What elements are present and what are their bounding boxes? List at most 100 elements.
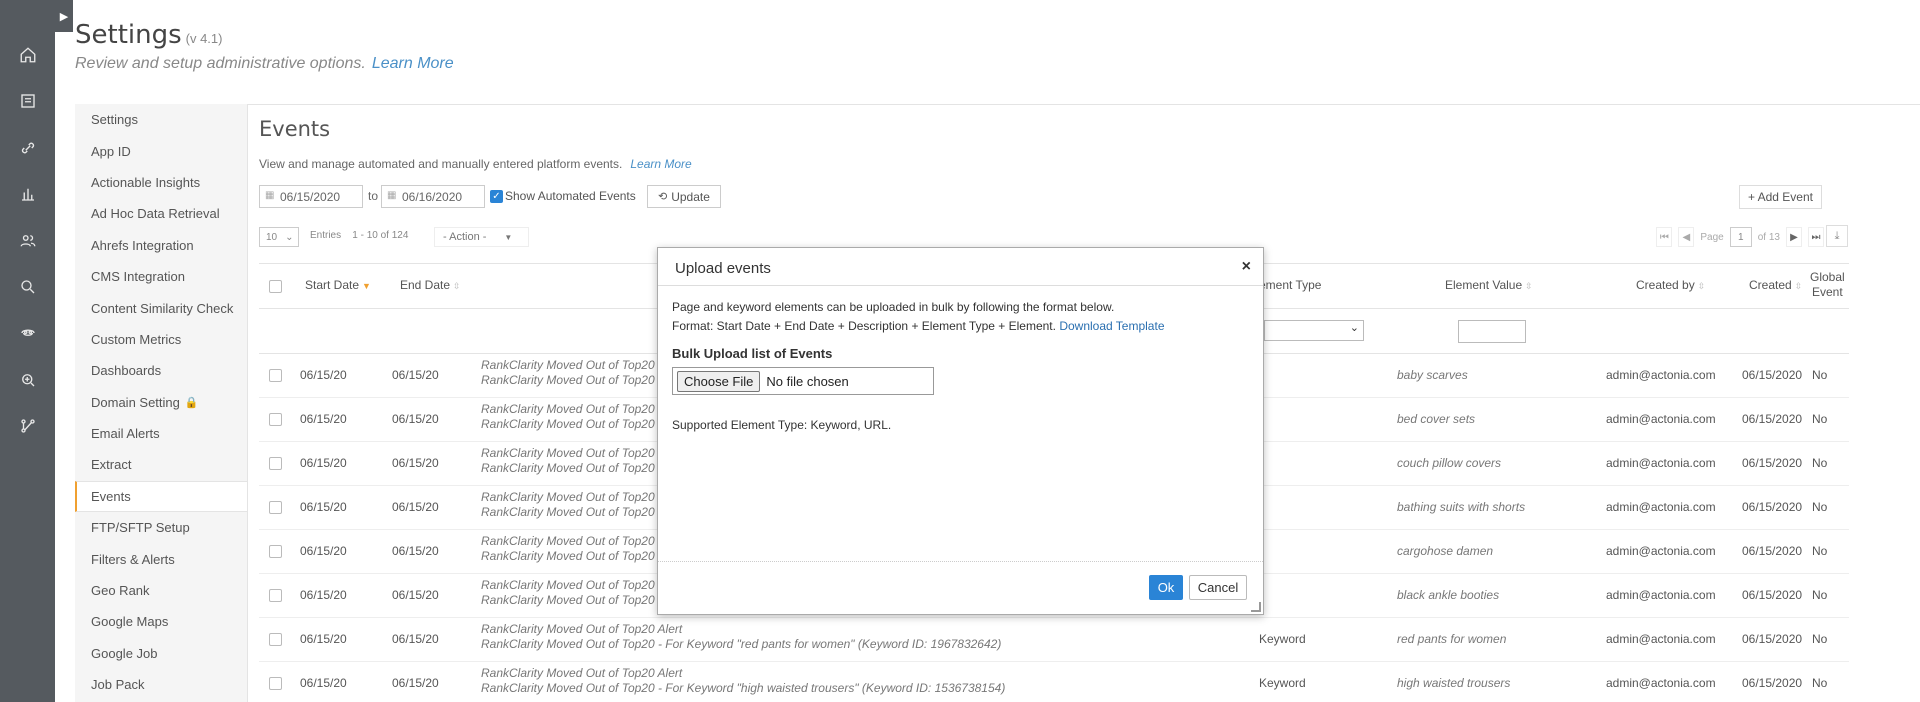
table-row[interactable]: 06/15/20 06/15/20 RankClarity Moved Out of… bbox=[259, 662, 1849, 702]
nav-item-ahrefs-integration[interactable]: Ahrefs Integration bbox=[75, 230, 247, 261]
update-button[interactable]: ⟲ Update bbox=[647, 185, 721, 208]
global-event-cell: No bbox=[1812, 456, 1828, 470]
description-line-1: RankClarity Moved Out of Top20 A bbox=[481, 402, 666, 416]
col-start-date[interactable]: Start Date ▼ bbox=[305, 278, 371, 292]
link-icon[interactable] bbox=[0, 133, 55, 163]
home-icon[interactable] bbox=[0, 40, 55, 70]
col-created[interactable]: Created ⇳ bbox=[1749, 278, 1802, 292]
element-type-filter[interactable]: ⌄ bbox=[1264, 320, 1364, 341]
row-checkbox[interactable] bbox=[269, 589, 282, 602]
brain-icon[interactable] bbox=[0, 318, 55, 348]
nav-item-domain-setting[interactable]: Domain Setting 🔒 bbox=[75, 387, 247, 418]
close-icon[interactable]: × bbox=[1242, 258, 1251, 276]
last-page-icon[interactable]: ⏭ bbox=[1808, 227, 1824, 247]
nav-item-app-id[interactable]: App ID bbox=[75, 135, 247, 166]
nav-item-google-maps[interactable]: Google Maps bbox=[75, 606, 247, 637]
sort-icon: ⇳ bbox=[1697, 281, 1706, 291]
col-element-type[interactable]: ement Type bbox=[1259, 278, 1321, 292]
nav-item-ftp-sftp-setup[interactable]: FTP/SFTP Setup bbox=[75, 512, 247, 543]
start-date-cell: 06/15/20 bbox=[300, 632, 347, 646]
refresh-icon: ⟲ bbox=[658, 191, 668, 203]
magnifier-gear-icon[interactable] bbox=[0, 365, 55, 395]
nav-item-label: App ID bbox=[91, 143, 131, 159]
resize-handle[interactable] bbox=[1251, 602, 1261, 612]
show-automated-checkbox[interactable]: ✓ bbox=[490, 190, 503, 203]
nav-item-content-similarity-check[interactable]: Content Similarity Check bbox=[75, 292, 247, 323]
nav-item-google-job[interactable]: Google Job bbox=[75, 638, 247, 669]
show-automated-label: Show Automated Events bbox=[505, 189, 636, 203]
ok-button[interactable]: Ok bbox=[1149, 575, 1183, 600]
events-learn-more-link[interactable]: Learn More bbox=[630, 157, 691, 171]
search-icon[interactable] bbox=[0, 272, 55, 302]
nav-item-label: Content Similarity Check bbox=[91, 300, 234, 316]
next-page-icon[interactable]: ▶ bbox=[1786, 227, 1802, 247]
document-icon[interactable] bbox=[0, 86, 55, 116]
row-checkbox[interactable] bbox=[269, 501, 282, 514]
col-created-by[interactable]: Created by ⇳ bbox=[1636, 278, 1705, 292]
file-input[interactable]: Choose File No file chosen bbox=[672, 367, 934, 395]
nav-item-label: Dashboards bbox=[91, 363, 162, 379]
row-checkbox[interactable] bbox=[269, 457, 282, 470]
first-page-icon[interactable]: ⏮ bbox=[1656, 227, 1673, 247]
cancel-button[interactable]: Cancel bbox=[1189, 575, 1247, 600]
nav-item-geo-rank[interactable]: Geo Rank bbox=[75, 575, 247, 606]
nav-item-label: Geo Rank bbox=[91, 583, 150, 599]
element-value-filter[interactable] bbox=[1458, 320, 1526, 343]
date-to-input[interactable]: ▦ 06/16/2020 bbox=[381, 185, 485, 208]
col-end-date[interactable]: End Date ⇳ bbox=[400, 278, 461, 292]
select-all-checkbox[interactable] bbox=[269, 280, 282, 293]
row-checkbox[interactable] bbox=[269, 633, 282, 646]
nav-item-filters-alerts[interactable]: Filters & Alerts bbox=[75, 543, 247, 574]
nav-item-dashboards[interactable]: Dashboards bbox=[75, 355, 247, 386]
nav-item-job-pack[interactable]: Job Pack bbox=[75, 669, 247, 700]
end-date-cell: 06/15/20 bbox=[392, 632, 439, 646]
nav-item-extract[interactable]: Extract bbox=[75, 449, 247, 480]
action-select[interactable]: - Action - ▼ bbox=[434, 227, 529, 247]
page-header: Settings (v 4.1) bbox=[75, 20, 222, 50]
network-icon[interactable] bbox=[0, 411, 55, 441]
start-date-cell: 06/15/20 bbox=[300, 456, 347, 470]
row-checkbox[interactable] bbox=[269, 545, 282, 558]
chevron-down-icon: ⌄ bbox=[285, 231, 294, 243]
page-title: Settings bbox=[75, 20, 182, 50]
description-line-2: RankClarity Moved Out of Top20 - bbox=[481, 505, 662, 519]
created-cell: 06/15/2020 bbox=[1742, 544, 1803, 558]
download-template-link[interactable]: Download Template bbox=[1059, 319, 1164, 333]
nav-item-ad-hoc-data-retrieval[interactable]: Ad Hoc Data Retrieval bbox=[75, 198, 247, 229]
sort-icon: ⇳ bbox=[1525, 281, 1533, 291]
page-number-input[interactable]: 1 bbox=[1729, 227, 1752, 247]
nav-item-custom-metrics[interactable]: Custom Metrics bbox=[75, 324, 247, 355]
nav-item-email-alerts[interactable]: Email Alerts bbox=[75, 418, 247, 449]
row-checkbox[interactable] bbox=[269, 413, 282, 426]
col-element-value[interactable]: Element Value ⇳ bbox=[1445, 278, 1533, 292]
col-global-label-1: Global bbox=[1810, 270, 1845, 284]
download-icon[interactable]: ⤓ bbox=[1826, 225, 1848, 247]
nav-item-cms-integration[interactable]: CMS Integration bbox=[75, 261, 247, 292]
choose-file-button[interactable]: Choose File bbox=[677, 370, 761, 392]
users-icon[interactable] bbox=[0, 226, 55, 256]
table-row[interactable]: 06/15/20 06/15/20 RankClarity Moved Out of… bbox=[259, 618, 1849, 662]
rail-expand-icon[interactable]: ▶ bbox=[55, 0, 73, 32]
element-value-cell: red pants for women bbox=[1397, 632, 1507, 646]
end-date-cell: 06/15/20 bbox=[392, 676, 439, 690]
supported-types-text: Supported Element Type: Keyword, URL. bbox=[672, 418, 892, 432]
add-event-button[interactable]: + Add Event bbox=[1738, 185, 1822, 209]
prev-page-icon[interactable]: ◀ bbox=[1678, 227, 1695, 247]
row-checkbox[interactable] bbox=[269, 677, 282, 690]
col-global-event[interactable]: Global Event bbox=[1810, 270, 1845, 300]
created-by-cell: admin@actonia.com bbox=[1606, 456, 1716, 470]
global-event-cell: No bbox=[1812, 544, 1828, 558]
row-checkbox[interactable] bbox=[269, 369, 282, 382]
nav-item-label: Job Pack bbox=[91, 677, 145, 693]
learn-more-link[interactable]: Learn More bbox=[372, 55, 454, 72]
description-line-1: RankClarity Moved Out of Top20 A bbox=[481, 534, 666, 548]
nav-item-events[interactable]: Events bbox=[75, 480, 249, 513]
nav-item-settings[interactable]: Settings bbox=[75, 104, 247, 135]
col-element-value-label: Element Value bbox=[1445, 278, 1523, 292]
page-size-select[interactable]: 10 ⌄ bbox=[259, 227, 299, 247]
nav-item-actionable-insights[interactable]: Actionable Insights bbox=[75, 167, 247, 198]
date-from-input[interactable]: ▦ 06/15/2020 bbox=[259, 185, 363, 208]
bar-chart-icon[interactable] bbox=[0, 179, 55, 209]
sort-icon: ⇳ bbox=[453, 281, 461, 291]
page-label: Page bbox=[1700, 231, 1724, 243]
